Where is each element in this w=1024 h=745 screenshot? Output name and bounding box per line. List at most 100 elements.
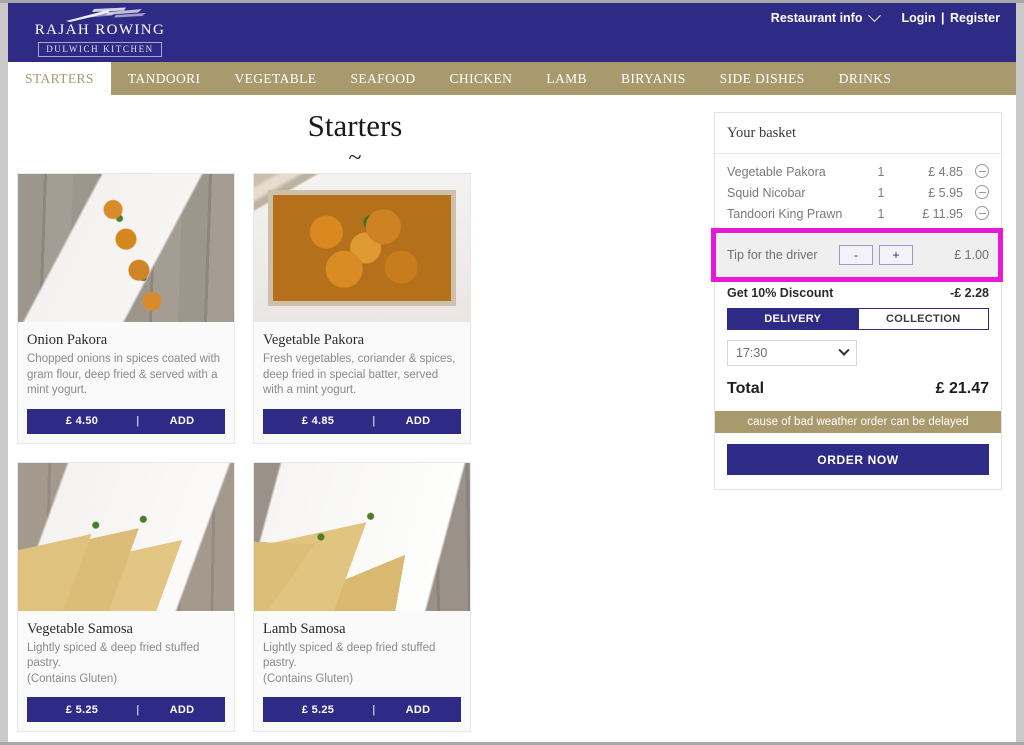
product-price: £ 5.25 (301, 703, 335, 716)
basket-item-qty: 1 (877, 206, 885, 221)
auth-separator: | (940, 11, 945, 25)
site-logo[interactable]: RAJAH ROWING DULWICH KITCHEN (26, 7, 174, 59)
restaurant-info-label: Restaurant info (770, 11, 863, 25)
add-label: ADD (169, 415, 195, 427)
window-frame-left (0, 0, 8, 745)
nav-item-tandoori[interactable]: TANDOORI (111, 62, 218, 95)
product-card: Onion Pakora Chopped onions in spices coa… (17, 173, 235, 444)
basket-item-remove-button[interactable] (963, 185, 989, 200)
vegetable-samosa-photo (18, 462, 234, 611)
product-card: Lamb Samosa Lightly spiced & deep fried s… (253, 461, 471, 732)
product-description: Chopped onions in spices coated with gra… (27, 353, 221, 396)
tip-decrement-button[interactable]: - (839, 245, 873, 265)
page-root: RAJAH ROWING DULWICH KITCHEN Restaurant … (0, 0, 1024, 745)
product-name: Lamb Samosa (263, 620, 346, 637)
window-frame-right (1016, 0, 1024, 745)
page-content: Starters ~ Onion Pakora Chopped onions in… (8, 95, 1016, 742)
basket-item-name: Tandoori King Prawn (727, 206, 843, 221)
weather-notice: cause of bad weather order can be delaye… (715, 411, 1001, 433)
basket-item-remove-button[interactable] (963, 206, 989, 221)
chevron-down-icon (838, 344, 850, 356)
product-add-button[interactable]: £ 4.50 | ADD (27, 408, 225, 434)
basket-item-price: £ 4.85 (928, 164, 963, 179)
chevron-down-icon (868, 8, 882, 22)
basket-item-list: Vegetable Pakora 1 £ 4.85 Squid Nicobar 1 £ 5… (715, 154, 1001, 234)
product-body: Onion Pakora Chopped onions in spices coa… (18, 322, 234, 399)
page-title: Starters (307, 108, 403, 143)
tip-increment-button[interactable]: + (879, 245, 913, 265)
category-nav: STARTERS TANDOORI VEGETABLE SEAFOOD CHICKEN L… (8, 62, 1016, 95)
basket-item: Squid Nicobar 1 £ 5.95 (727, 182, 989, 203)
nav-item-vegetable[interactable]: VEGETABLE (217, 62, 333, 95)
basket-item-name: Squid Nicobar (727, 185, 806, 200)
onion-pakora-photo (18, 174, 234, 322)
product-add-button[interactable]: £ 5.25 | ADD (27, 697, 225, 722)
discount-row[interactable]: Get 10% Discount -£ 2.28 (715, 276, 1001, 308)
nav-item-lamb[interactable]: LAMB (529, 62, 604, 95)
product-name: Vegetable Pakora (263, 332, 365, 348)
button-separator: | (136, 415, 140, 427)
basket-panel: Your basket Vegetable Pakora 1 £ 4.85 Squid… (711, 112, 1003, 490)
delivery-button[interactable]: DELIVERY (727, 308, 859, 330)
site-header: RAJAH ROWING DULWICH KITCHEN Restaurant … (8, 3, 1016, 62)
product-price: £ 4.50 (65, 415, 99, 427)
nav-item-side-dishes[interactable]: SIDE DISHES (703, 62, 822, 95)
basket-item-qty: 1 (877, 164, 885, 179)
nav-item-chicken[interactable]: CHICKEN (433, 62, 530, 95)
window-frame-top (0, 0, 1024, 3)
add-label: ADD (405, 703, 431, 716)
basket-item-remove-button[interactable] (963, 164, 989, 179)
product-add-button[interactable]: £ 5.25 | ADD (263, 697, 461, 722)
nav-item-seafood[interactable]: SEAFOOD (333, 62, 432, 95)
register-link[interactable]: Register (950, 11, 1000, 25)
button-separator: | (372, 415, 376, 427)
header-actions: Restaurant info Login | Register (770, 8, 1000, 25)
tip-amount: £ 1.00 (954, 248, 989, 262)
add-label: ADD (405, 415, 431, 427)
minus-circle-icon (975, 206, 989, 220)
tip-row: Tip for the driver - + £ 1.00 (715, 234, 1001, 276)
product-add-button[interactable]: £ 4.85 | ADD (263, 408, 461, 434)
basket-item: Vegetable Pakora 1 £ 4.85 (727, 161, 989, 182)
nav-item-biryanis[interactable]: BIRYANIS (604, 62, 703, 95)
tip-label: Tip for the driver (727, 248, 818, 262)
product-body: Vegetable Samosa Lightly spiced & deep fr… (18, 611, 234, 688)
discount-label: Get 10% Discount (727, 286, 834, 300)
product-grid: Onion Pakora Chopped onions in spices coa… (8, 173, 702, 745)
collection-button[interactable]: COLLECTION (858, 308, 989, 330)
product-card: Vegetable Samosa Lightly spiced & deep fr… (17, 461, 235, 732)
basket-item-price: £ 11.95 (922, 206, 963, 221)
nav-item-starters[interactable]: STARTERS (8, 62, 111, 95)
minus-circle-icon (975, 164, 989, 178)
basket-item: Tandoori King Prawn 1 £ 11.95 (727, 203, 989, 224)
title-ornament: ~ (348, 145, 362, 171)
basket-item-price: £ 5.95 (928, 185, 963, 200)
delivery-time-select[interactable]: 17:30 (727, 340, 857, 366)
total-label: Total (727, 380, 765, 397)
delivery-time-value: 17:30 (736, 346, 768, 360)
vegetable-pakora-photo (254, 174, 470, 322)
button-separator: | (372, 703, 376, 716)
product-name: Vegetable Samosa (27, 620, 133, 637)
order-now-button[interactable]: ORDER NOW (727, 444, 989, 475)
product-description: Fresh vegetables, coriander & spices, de… (263, 353, 456, 396)
product-body: Lamb Samosa Lightly spiced & deep fried s… (254, 611, 470, 688)
rowing-oars-icon (64, 7, 148, 23)
auth-links: Login | Register (901, 11, 1000, 25)
product-price: £ 5.25 (65, 703, 99, 716)
nav-item-drinks[interactable]: DRINKS (822, 62, 909, 95)
product-description: Lightly spiced & deep fried stuffed past… (27, 641, 200, 685)
product-name: Onion Pakora (27, 332, 108, 348)
basket-item-name: Vegetable Pakora (727, 164, 826, 179)
login-link[interactable]: Login (901, 11, 935, 25)
restaurant-info-menu[interactable]: Restaurant info (770, 8, 882, 25)
fulfilment-mode-toggle: DELIVERY COLLECTION (715, 308, 1001, 330)
discount-amount: -£ 2.28 (950, 286, 989, 300)
product-price: £ 4.85 (301, 415, 335, 427)
product-body: Vegetable Pakora Fresh vegetables, corian… (254, 322, 470, 399)
basket-item-qty: 1 (877, 185, 885, 200)
logo-subtitle: DULWICH KITCHEN (38, 42, 162, 57)
basket-heading: Your basket (715, 113, 1001, 154)
lamb-samosa-photo (254, 462, 470, 611)
button-separator: | (136, 703, 140, 716)
